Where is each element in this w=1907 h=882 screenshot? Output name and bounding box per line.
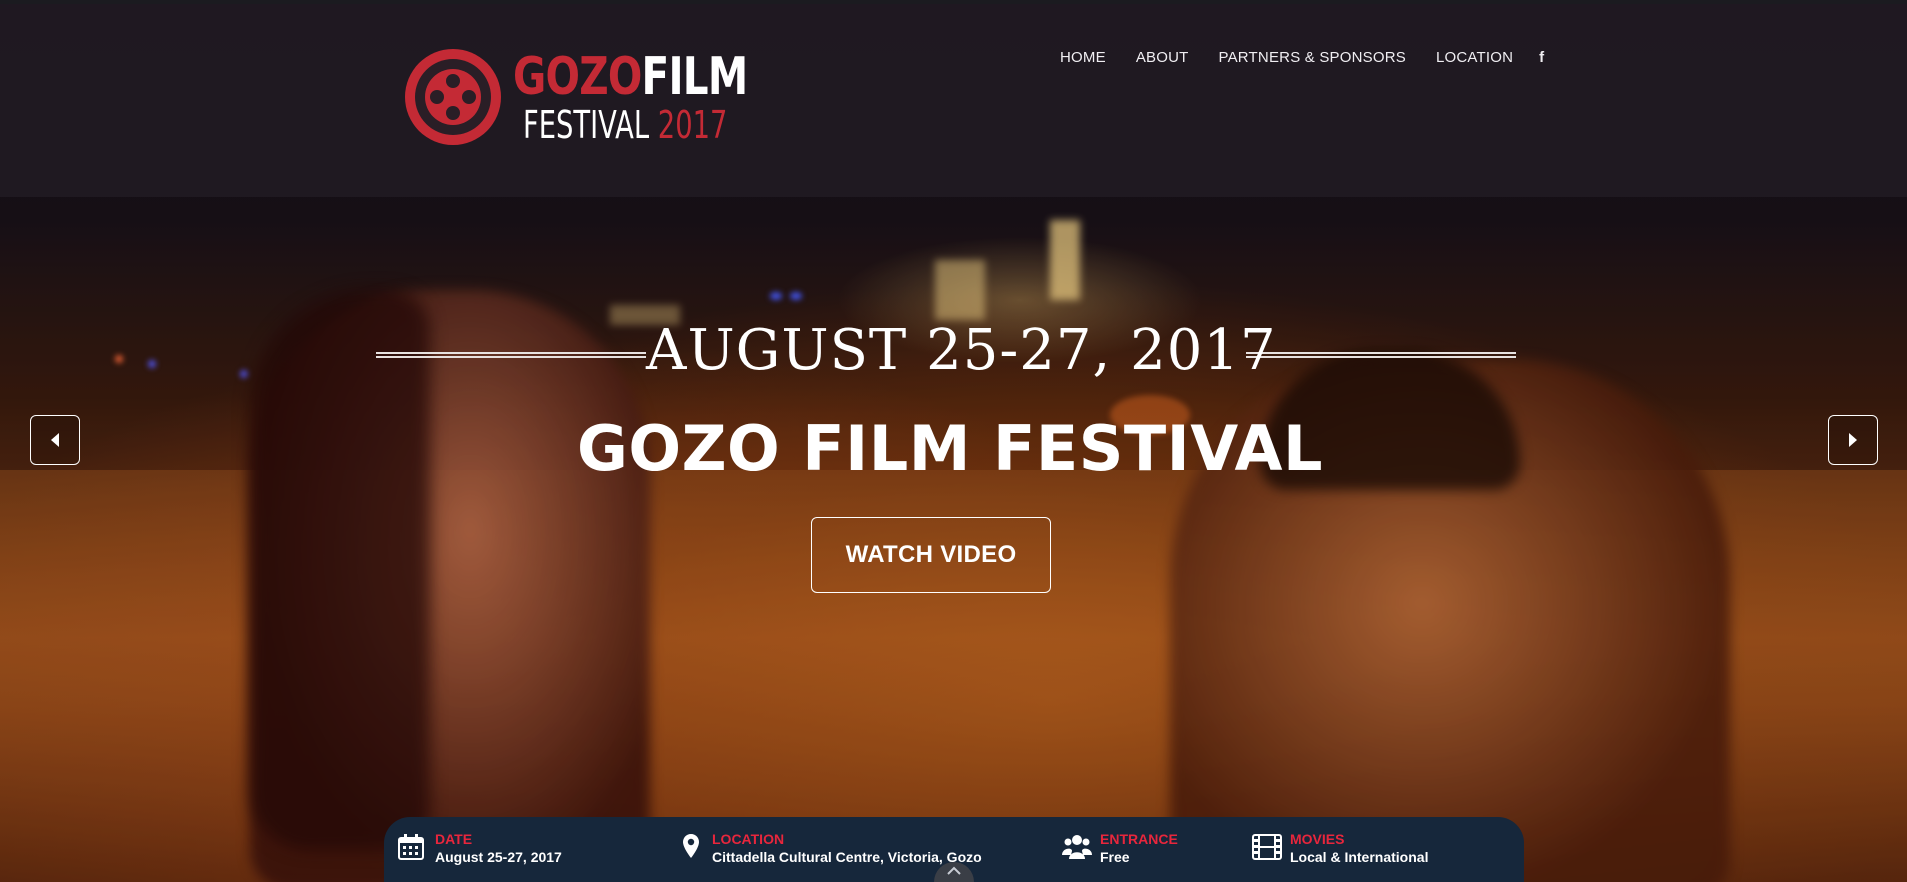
chevron-left-icon [51, 433, 59, 447]
hero-date: AUGUST 25-27, 2017 [646, 318, 1277, 383]
nav-location[interactable]: LOCATION [1436, 49, 1513, 66]
map-pin-icon [682, 833, 704, 863]
info-movies-value: Local & International [1290, 849, 1429, 865]
nav-partners-sponsors[interactable]: PARTNERS & SPONSORS [1219, 49, 1406, 66]
info-entrance-value: Free [1100, 849, 1130, 865]
info-entrance-label: ENTRANCE [1100, 831, 1178, 847]
main-nav: HOME ABOUT PARTNERS & SPONSORS LOCATION … [1060, 44, 1544, 70]
info-date-label: DATE [435, 831, 473, 847]
info-movies-label: MOVIES [1290, 831, 1345, 847]
logo-gozo-text: GOZO [513, 47, 642, 107]
info-date-value: August 25-27, 2017 [435, 849, 562, 865]
facebook-icon[interactable]: f [1539, 49, 1544, 66]
info-location-label: LOCATION [712, 831, 785, 847]
nav-about[interactable]: ABOUT [1136, 49, 1189, 66]
nav-home[interactable]: HOME [1060, 49, 1106, 66]
info-item-location: LOCATION Cittadella Cultural Centre, Vic… [682, 831, 982, 867]
people-icon [1062, 833, 1092, 863]
slider-prev-button[interactable] [30, 415, 80, 465]
chevron-right-icon [1849, 433, 1857, 447]
logo-festival-text: FESTIVAL [523, 103, 650, 147]
chevron-up-icon [947, 866, 961, 875]
info-item-movies: MOVIES Local & International [1252, 831, 1428, 867]
date-divider-left [376, 352, 646, 358]
watch-video-button[interactable]: WATCH VIDEO [811, 517, 1051, 593]
hero-title: GOZO FILM FESTIVAL [576, 412, 1324, 485]
logo-wordmark-line2: FESTIVAL 2017 [523, 105, 727, 145]
info-location-value: Cittadella Cultural Centre, Victoria, Go… [712, 849, 982, 865]
slider-next-button[interactable] [1828, 415, 1878, 465]
info-item-entrance: ENTRANCE Free [1062, 831, 1178, 867]
logo-film-text: FILM [641, 47, 749, 107]
film-reel-icon [405, 49, 501, 145]
site-header: GOZOFILM FESTIVAL 2017 HOME ABOUT PARTNE… [0, 0, 1907, 197]
film-icon [1252, 833, 1282, 863]
logo-wordmark-line1: GOZOFILM [513, 47, 749, 107]
info-item-date: DATE August 25-27, 2017 [397, 831, 562, 867]
logo-year-text: 2017 [657, 103, 728, 147]
site-logo[interactable]: GOZOFILM FESTIVAL 2017 [405, 49, 748, 149]
date-divider-right [1246, 352, 1516, 358]
calendar-icon [397, 833, 427, 863]
